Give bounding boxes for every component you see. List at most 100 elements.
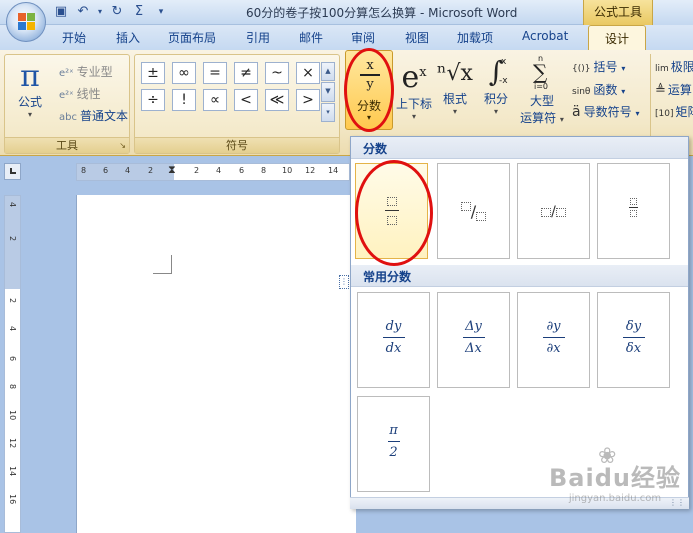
tab-stop-icon <box>10 168 16 174</box>
gallery-section-fraction: 分数 <box>351 137 688 159</box>
common-fraction-partial[interactable]: ∂y ∂x <box>517 292 590 388</box>
document-page[interactable] <box>76 195 356 533</box>
dialog-launcher-icon[interactable]: ↘ <box>119 141 126 150</box>
scroll-up-icon[interactable]: ▲ <box>321 62 335 82</box>
placeholder-box-icon <box>460 202 471 211</box>
tab-view[interactable]: 视图 <box>405 29 429 46</box>
bracket-button[interactable]: {()} 括号 ▾ <box>572 58 625 75</box>
linear-format-icon: e²ˣ <box>59 90 74 101</box>
script-icon: ex <box>401 60 427 95</box>
symbol-factorial[interactable]: ! <box>172 89 196 111</box>
office-button[interactable] <box>6 2 46 42</box>
tab-addins[interactable]: 加载项 <box>457 29 493 46</box>
ribbon-tab-row: 开始 插入 页面布局 引用 邮件 审阅 视图 加载项 Acrobat 设计 <box>0 25 693 51</box>
tab-page-layout[interactable]: 页面布局 <box>168 29 216 46</box>
symbol-not-equal[interactable]: ≠ <box>234 62 258 84</box>
symbol-infinity[interactable]: ∞ <box>172 62 196 84</box>
tab-design[interactable]: 设计 <box>588 25 647 51</box>
abc-icon: abc <box>59 112 77 123</box>
office-logo-icon <box>18 13 36 31</box>
professional-button[interactable]: e²ˣ 专业型 <box>59 63 113 80</box>
undo-dropdown-icon[interactable]: ▾ <box>96 3 104 21</box>
placeholder-box-icon <box>541 207 552 217</box>
symbol-much-less[interactable]: ≪ <box>265 89 289 111</box>
linear-button[interactable]: e²ˣ 线性 <box>59 85 101 102</box>
equation-anchor-icon[interactable]: ⋮ <box>339 275 349 289</box>
symbol-divide[interactable]: ÷ <box>141 89 165 111</box>
matrix-icon: [10] <box>655 109 674 119</box>
tab-acrobat[interactable]: Acrobat <box>522 29 568 43</box>
symbol-plus-minus[interactable]: ± <box>141 62 165 84</box>
tab-insert[interactable]: 插入 <box>116 29 140 46</box>
placeholder-box-icon <box>555 207 566 217</box>
margin-corner-mark <box>153 255 172 274</box>
common-fraction-delta[interactable]: Δy Δx <box>437 292 510 388</box>
more-icon[interactable]: ▾ <box>321 102 335 122</box>
undo-icon[interactable]: ↶ <box>74 3 92 21</box>
tab-selector[interactable] <box>4 163 21 180</box>
title-bar: ▣ ↶ ▾ ↻ Σ ▾ 60分的卷子按100分算怎么换算 - Microsoft… <box>0 0 693 25</box>
chevron-down-icon: ▾ <box>27 110 32 119</box>
common-fraction-pi-over-2[interactable]: π 2 <box>357 396 430 492</box>
symbol-gallery: ± ∞ = ≠ ~ × ÷ ! ∝ < ≪ > <box>141 62 320 111</box>
tab-home[interactable]: 开始 <box>62 29 86 46</box>
redo-icon[interactable]: ↻ <box>108 3 126 21</box>
fraction-linear[interactable]: / <box>517 163 590 259</box>
function-button[interactable]: sinθ 函数 ▾ <box>572 81 625 98</box>
chevron-down-icon: ▾ <box>559 115 564 124</box>
tab-mailings[interactable]: 邮件 <box>299 29 323 46</box>
chevron-down-icon: ▾ <box>411 112 416 121</box>
horizontal-ruler[interactable]: 8 6 4 2 ⧗ 2 4 6 8 10 12 14 <box>76 163 350 181</box>
symbol-less-than[interactable]: < <box>234 89 258 111</box>
chevron-down-icon: ▾ <box>621 87 626 96</box>
symbol-tilde[interactable]: ~ <box>265 62 289 84</box>
symbol-greater-than[interactable]: > <box>296 89 320 111</box>
tab-review[interactable]: 审阅 <box>351 29 375 46</box>
gallery-section-common: 常用分数 <box>351 265 688 287</box>
chevron-down-icon: ▾ <box>635 109 640 118</box>
save-icon[interactable]: ▣ <box>52 3 70 21</box>
large-operator-button[interactable]: n ∑ i=0 大型 运算符 ▾ <box>518 54 566 126</box>
common-fraction-small-delta[interactable]: δy δx <box>597 292 670 388</box>
paw-logo-icon: ❀ <box>598 444 617 469</box>
tab-references[interactable]: 引用 <box>246 29 270 46</box>
fraction-skewed[interactable]: / <box>437 163 510 259</box>
annotation-circle <box>355 160 433 266</box>
symbol-gallery-scroll[interactable]: ▲ ▼ ▾ <box>321 62 335 122</box>
window-title: 60分的卷子按100分算怎么换算 - Microsoft Word <box>246 6 518 20</box>
indent-marker-icon[interactable]: ⧗ <box>168 163 176 177</box>
common-fraction-dy-dx[interactable]: dy dx <box>357 292 430 388</box>
limit-button[interactable]: lim 极限 <box>655 58 693 75</box>
customize-icon[interactable]: ▾ <box>152 3 170 21</box>
chevron-down-icon: ▾ <box>493 107 498 116</box>
operator-icon: ≜ <box>655 83 666 98</box>
script-button[interactable]: ex 上下标 ▾ <box>395 56 433 122</box>
placeholder-box-icon <box>630 198 637 205</box>
chevron-down-icon: ▾ <box>452 107 457 116</box>
vertical-ruler[interactable]: 4 2 2 4 6 8 10 12 14 16 <box>4 195 21 533</box>
sigma-icon[interactable]: Σ <box>130 3 148 21</box>
tools-group-label: 工具 <box>5 137 129 153</box>
bracket-icon: {()} <box>572 64 591 74</box>
symbol-times[interactable]: × <box>296 62 320 84</box>
symbols-group: ± ∞ = ≠ ~ × ÷ ! ∝ < ≪ > ▲ ▼ ▾ 符号 <box>134 54 340 154</box>
accent-button[interactable]: ä 导数符号 ▾ <box>572 103 639 120</box>
symbols-group-label: 符号 <box>135 137 339 153</box>
fraction-small[interactable] <box>597 163 670 259</box>
pi-icon: π <box>20 59 40 94</box>
tools-group: π 公式 ▾ e²ˣ 专业型 e²ˣ 线性 abc 普通文本 工具 ↘ <box>4 54 130 154</box>
integral-button[interactable]: ∫ x -x 积分 ▾ <box>480 54 512 116</box>
symbol-proportional[interactable]: ∝ <box>203 89 227 111</box>
integral-icon: ∫ x -x <box>488 55 508 88</box>
equation-button[interactable]: π 公式 ▾ <box>13 59 47 120</box>
operator-button[interactable]: ≜ 运算 <box>655 81 692 98</box>
sum-icon: n ∑ i=0 <box>533 54 549 91</box>
symbol-equals[interactable]: = <box>203 62 227 84</box>
matrix-button[interactable]: [10]矩阵 <box>655 103 693 120</box>
normal-text-button[interactable]: abc 普通文本 <box>59 107 128 124</box>
annotation-circle <box>344 48 394 132</box>
scroll-down-icon[interactable]: ▼ <box>321 82 335 102</box>
placeholder-box-icon <box>476 212 487 221</box>
limit-icon: lim <box>655 64 669 74</box>
radical-button[interactable]: ⁿ√x 根式 ▾ <box>437 58 473 116</box>
